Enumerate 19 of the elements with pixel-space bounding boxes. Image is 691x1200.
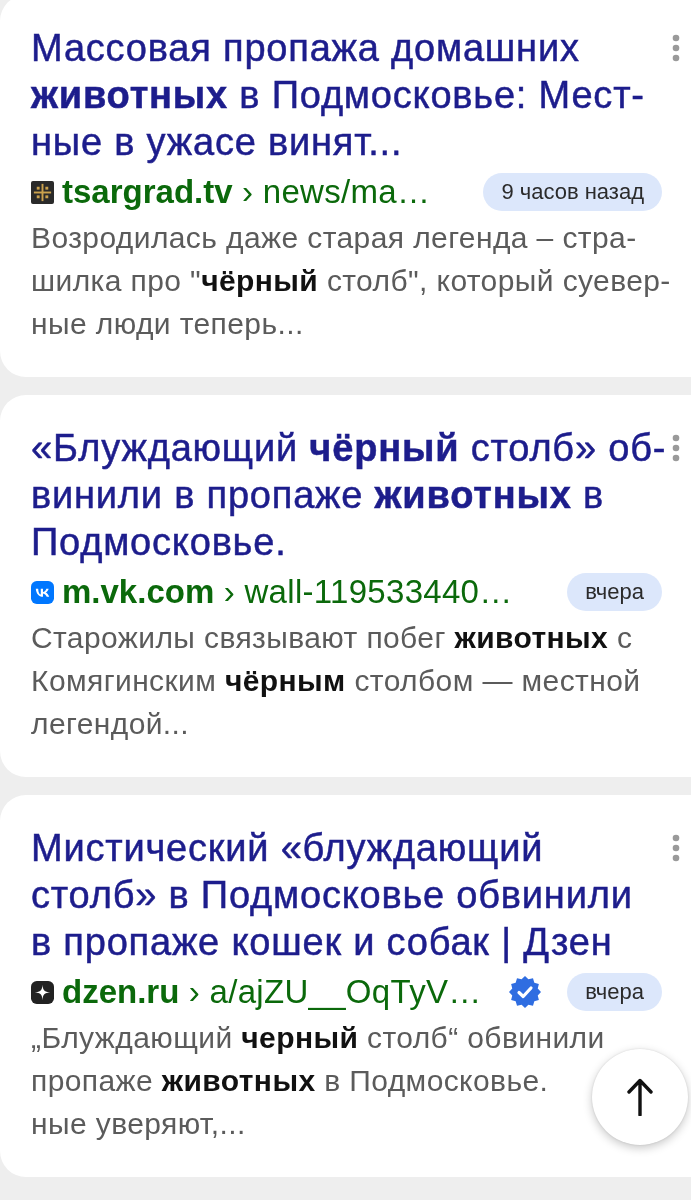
more-options-icon[interactable]	[672, 34, 680, 62]
published-time: вчера	[567, 573, 662, 611]
result-snippet: „Блуждающий черный столб“ обвинили пропаже животных в Подмосковье. ные уверяют,...	[31, 1020, 605, 1142]
more-options-icon[interactable]	[672, 834, 680, 862]
result-snippet: Старожилы связывают побег животных с Комягинским чёрным столбом — местной легендой...	[31, 620, 641, 742]
result-snippet: Возродилась даже старая легенда – стра- шилка про "чёрный столб", который суевер- ные люди теперь...	[31, 220, 671, 342]
cross-logo-icon	[31, 180, 54, 204]
sparkle-logo-icon	[31, 980, 54, 1004]
more-options-icon[interactable]	[672, 434, 680, 462]
result-title[interactable]: Мистический «блуждающий столб» в Подмосковье обвинили в пропаже кошек и собак | Дзен	[31, 825, 633, 966]
result-title[interactable]: «Блуждающий чёрный столб» об- винили в пропаже животных в Подмосковье.	[31, 425, 667, 566]
published-time: 9 часов назад	[483, 173, 662, 211]
site-logo-icon	[31, 580, 54, 604]
source-link[interactable]: dzen.ru › a/ajZU__OqTyV…	[62, 973, 482, 1011]
published-time: вчера	[567, 973, 662, 1011]
arrow-up-icon	[627, 1078, 653, 1116]
result-title[interactable]: Массовая пропажа домашних животных в Подмосковье: Мест- ные в ужасе винят...	[31, 25, 645, 166]
source-link[interactable]: m.vk.com › wall-119533440…	[62, 573, 513, 611]
source-link[interactable]: tsargrad.tv › news/ma…	[62, 173, 431, 211]
